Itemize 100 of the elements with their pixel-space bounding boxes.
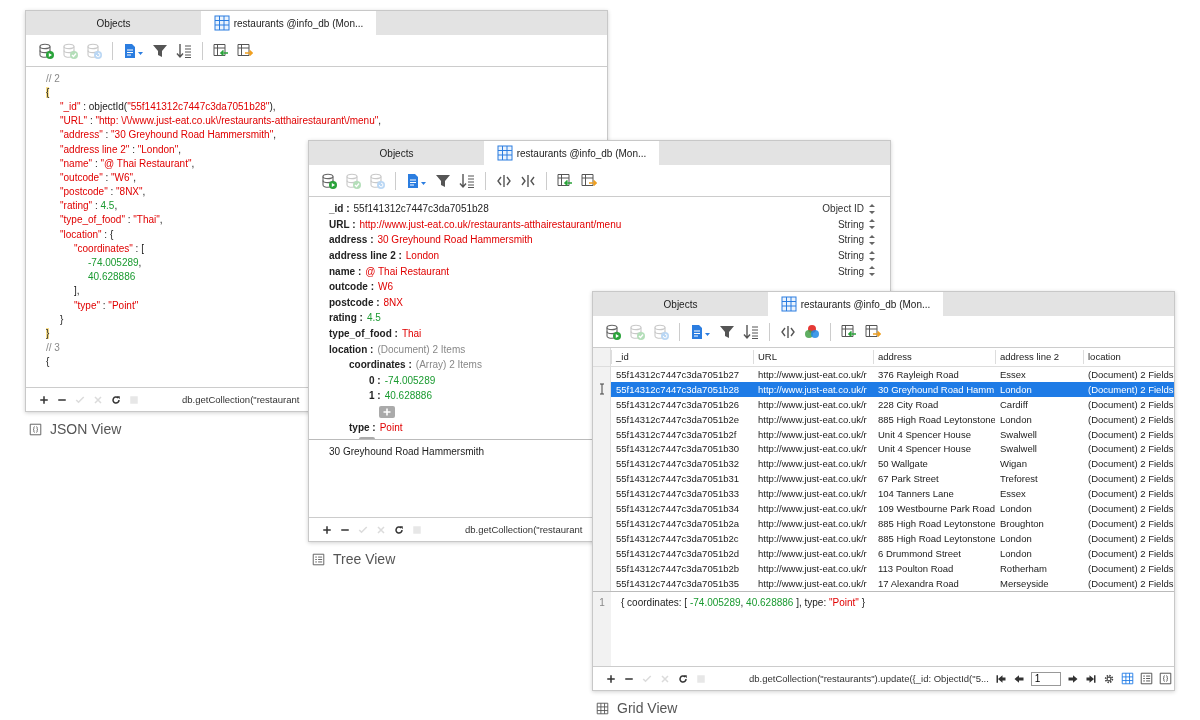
last-page-icon[interactable] — [1084, 672, 1097, 685]
table-row[interactable]: 55f14312c7447c3da7051b32 http://www.just-eat.co.uk/r 50 Wallgate Wigan (Document) 2 Fields — [593, 456, 1174, 472]
table-row[interactable]: 55f14312c7447c3da7051b2c http://www.just-eat.co.uk/r 885 High Road Leytonstone London (Document) 2 Fields — [593, 531, 1174, 547]
grid-icon[interactable] — [1120, 672, 1134, 685]
query-text: db.getCollection("restaurants").update({_id: ObjectId("5... — [749, 673, 989, 684]
braces-icon[interactable] — [1158, 672, 1172, 685]
table-cell-text: Broughton — [999, 518, 1045, 530]
table-row[interactable]: 55f14312c7447c3da7051b2b http://www.just-eat.co.uk/r 113 Poulton Road Rotherham (Document) 2 Fields — [593, 561, 1174, 577]
field-value: http://www.just-eat.co.uk/restaurants-atthairestaurant/menu — [359, 218, 622, 230]
add-field-icon[interactable] — [379, 405, 395, 418]
database-play-icon[interactable] — [321, 172, 337, 189]
table-arrow-icon[interactable] — [841, 323, 857, 340]
sort-arrows-icon[interactable] — [868, 234, 876, 246]
refresh-icon[interactable] — [110, 393, 122, 406]
document-icon[interactable] — [123, 42, 144, 59]
code-line: -74.005289, — [88, 257, 142, 269]
sort-arrows-icon[interactable] — [868, 265, 876, 278]
field-name: name : — [329, 265, 362, 277]
table-cell-text: 55f14312c7447c3da7051b2b — [615, 563, 741, 575]
code-line: 40.628886 — [88, 271, 136, 283]
table-row[interactable]: 55f14312c7447c3da7051b34 http://www.just-eat.co.uk/r 109 Westbourne Park Road London (Document) 2 Fields — [593, 501, 1174, 517]
settings-icon[interactable] — [1102, 672, 1115, 685]
refresh-icon[interactable] — [393, 523, 405, 536]
table-cell-text: 113 Poulton Road — [877, 563, 955, 575]
table-cell-text: 55f14312c7447c3da7051b2e — [615, 413, 741, 425]
column-header[interactable]: location — [1083, 349, 1174, 364]
table-cell-text: 228 City Road — [877, 398, 940, 410]
tab[interactable]: restaurants @info_db (Mon... — [768, 292, 943, 316]
database-play-icon[interactable] — [38, 42, 54, 59]
code-line: "postcode" : "8NX", — [60, 186, 146, 198]
table-row[interactable]: 55f14312c7447c3da7051b30 http://www.just-eat.co.uk/r Unit 4 Spencer House Swalwell (Document) 2 Fields — [593, 441, 1174, 457]
table-row[interactable]: 55f14312c7447c3da7051b26 http://www.just-eat.co.uk/r 228 City Road Cardiff (Document) 2 Fields — [593, 396, 1174, 412]
code-brackets-icon[interactable] — [780, 323, 796, 340]
sort-arrows-icon[interactable] — [868, 202, 876, 215]
document-icon[interactable] — [690, 323, 711, 340]
field-name: 0 : — [369, 374, 381, 386]
tab[interactable]: restaurants @info_db (Mon... — [484, 141, 659, 165]
page-field[interactable]: 1 — [1030, 671, 1061, 686]
column-header[interactable]: address line 2 — [995, 349, 1083, 364]
table-arrow-icon[interactable] — [865, 323, 881, 340]
database-play-icon[interactable] — [605, 323, 621, 340]
table-icon — [213, 15, 230, 31]
document-icon[interactable] — [406, 172, 427, 189]
sort-icon[interactable] — [176, 42, 192, 59]
table-cell-text: Essex — [999, 368, 1027, 380]
sort-icon[interactable] — [459, 172, 475, 189]
sort-arrows-icon[interactable] — [868, 218, 876, 231]
table-row[interactable]: 55f14312c7447c3da7051b2a http://www.just-eat.co.uk/r 885 High Road Leytonstone Broughton (Document) 2 Fields — [593, 516, 1174, 532]
sort-arrows-icon[interactable] — [868, 249, 876, 262]
code-line: "address" : "30 Greyhound Road Hammersmith", — [60, 129, 276, 141]
table-cell-text: (Document) 2 Fields — [1087, 383, 1174, 395]
table-row[interactable]: 55f14312c7447c3da7051b33 http://www.just-eat.co.uk/r 104 Tanners Lane Essex (Document) 2 Fields — [593, 486, 1174, 502]
code-line: "type" : "Point" — [74, 299, 139, 311]
field-name: address : — [329, 234, 374, 246]
filter-icon[interactable] — [435, 172, 451, 189]
table-row[interactable]: 55f14312c7447c3da7051b31 http://www.just-eat.co.uk/r 67 Park Street Treforest (Document) 2 Fields — [593, 471, 1174, 487]
table-cell-text: 55f14312c7447c3da7051b30 — [615, 443, 741, 455]
table-arrow-icon[interactable] — [237, 42, 253, 59]
table-row[interactable]: 55f14312c7447c3da7051b27 http://www.just-eat.co.uk/r 376 Rayleigh Road Essex (Document) 2 Fields — [593, 366, 1174, 382]
field-name: 1 : — [369, 390, 381, 402]
table-row[interactable]: 55f14312c7447c3da7051b2d http://www.just-eat.co.uk/r 6 Drummond Street London (Document) 2 Fields — [593, 546, 1174, 562]
table-arrow-icon[interactable] — [581, 172, 597, 189]
filter-icon[interactable] — [719, 323, 735, 340]
collapse-brackets-icon[interactable] — [520, 172, 536, 189]
type-label: String — [837, 234, 864, 246]
field-name: type_of_food : — [329, 328, 398, 340]
table-cell-text: Merseyside — [999, 578, 1050, 590]
field-value: Thai — [401, 328, 422, 340]
code-brackets-icon[interactable] — [496, 172, 512, 189]
table-row[interactable]: 55f14312c7447c3da7051b2f http://www.just-eat.co.uk/r Unit 4 Spencer House Swalwell (Document) 2 Fields — [593, 426, 1174, 442]
column-header[interactable]: _id — [611, 349, 753, 364]
add-icon[interactable] — [321, 523, 333, 536]
list-icon[interactable] — [1139, 672, 1153, 685]
add-icon[interactable] — [38, 393, 50, 406]
field-value: 8NX — [383, 296, 403, 308]
first-page-icon[interactable] — [994, 672, 1007, 685]
table-row[interactable]: 55f14312c7447c3da7051b2e http://www.just-eat.co.uk/r 885 High Road Leytonstone London (Document) 2 Fields — [593, 411, 1174, 427]
add-icon[interactable] — [605, 672, 617, 685]
filter-icon[interactable] — [152, 42, 168, 59]
field-name: outcode : — [329, 281, 374, 293]
sort-icon[interactable] — [743, 323, 759, 340]
table-arrow-icon[interactable] — [213, 42, 229, 59]
code-line: { — [46, 356, 50, 368]
table-cell-text: (Document) 2 Fields — [1087, 488, 1174, 500]
tab[interactable]: restaurants @info_db (Mon... — [201, 11, 376, 35]
query-text: db.getCollection("restaurant — [465, 524, 583, 535]
refresh-icon[interactable] — [677, 672, 689, 685]
color-circles-icon[interactable] — [804, 323, 820, 340]
field-name: type : — [349, 421, 376, 433]
code-line: { coordinates: [ -74.005289, 40.628886 ], type: "Point" } — [620, 596, 866, 610]
table-cell-text: http://www.just-eat.co.uk/r — [757, 443, 868, 455]
type-label: String — [837, 250, 864, 262]
table-cell-text: (Document) 2 Fields — [1087, 398, 1174, 410]
table-cell-text: Unit 4 Spencer House — [877, 443, 972, 455]
table-arrow-icon[interactable] — [557, 172, 573, 189]
table-cell-text: http://www.just-eat.co.uk/r — [757, 518, 868, 530]
table-row[interactable]: 55f14312c7447c3da7051b35 http://www.just-eat.co.uk/r 17 Alexandra Road Merseyside (Document) 2 Fields — [593, 576, 1174, 591]
column-header[interactable]: address — [873, 349, 995, 364]
column-header[interactable]: URL — [753, 349, 873, 364]
table-row[interactable]: 55f14312c7447c3da7051b28 http://www.just-eat.co.uk/r 30 Greyhound Road Hamm London (Document) 2 Fields — [593, 381, 1174, 397]
